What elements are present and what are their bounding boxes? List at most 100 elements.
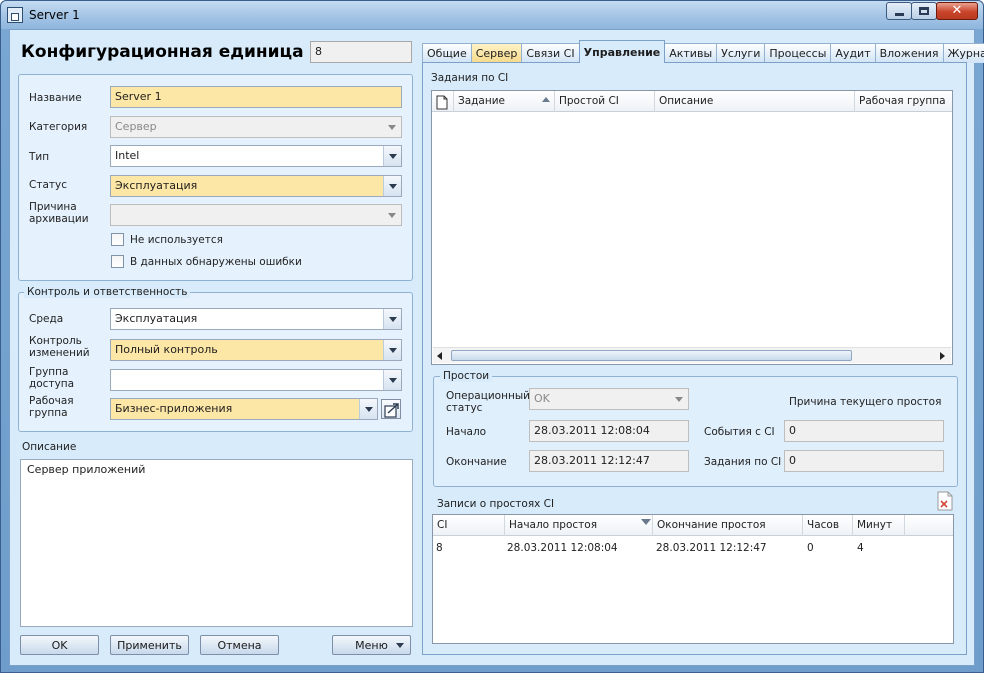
tab-server[interactable]: Сервер: [470, 43, 523, 63]
operational-status-label: Операционный статус: [446, 390, 530, 414]
ci-tasks-label: Задания по CI: [704, 456, 782, 468]
downtime-group-legend: Простои: [440, 370, 493, 382]
tasks-column-description[interactable]: Описание: [655, 91, 855, 112]
ok-button[interactable]: OK: [20, 635, 99, 655]
chevron-down-icon[interactable]: [383, 176, 401, 196]
status-value: Эксплуатация: [115, 179, 198, 192]
tasks-column-downtime[interactable]: Простой CI: [555, 91, 655, 112]
close-icon: ✕: [951, 3, 963, 18]
export-icon[interactable]: [936, 491, 954, 511]
minimize-icon: [894, 13, 904, 16]
tab-assets[interactable]: Активы: [664, 43, 718, 63]
record-end-cell: 28.03.2011 12:12:47: [656, 542, 767, 554]
record-start-cell: 28.03.2011 12:08:04: [507, 542, 618, 554]
menu-button[interactable]: Меню: [332, 635, 411, 655]
records-section-label: Записи о простоях CI: [437, 498, 555, 510]
management-tab-panel: Задания по CI Задание Простой CI Описани…: [422, 62, 967, 655]
work-group-dropdown[interactable]: Бизнес-приложения: [110, 398, 378, 420]
tasks-column-task-label: Задание: [458, 95, 506, 107]
tasks-column-task[interactable]: Задание: [454, 91, 555, 112]
scrollbar-thumb[interactable]: [451, 350, 852, 361]
tasks-grid-header: Задание Простой CI Описание Рабочая груп…: [432, 91, 952, 112]
cancel-button[interactable]: Отмена: [200, 635, 279, 655]
name-input[interactable]: Server 1: [110, 86, 402, 108]
records-column-start[interactable]: Начало простоя: [505, 515, 653, 536]
new-document-column[interactable]: [432, 91, 454, 112]
scroll-right-icon[interactable]: [940, 352, 945, 360]
maximize-button[interactable]: [911, 2, 937, 20]
tab-log[interactable]: Журнал: [942, 43, 984, 63]
work-group-value: Бизнес-приложения: [115, 402, 233, 415]
work-group-label: Рабочая группа: [29, 395, 74, 419]
records-grid-header: CI Начало простоя Окончание простоя Часо…: [433, 515, 953, 536]
minimize-button[interactable]: [886, 2, 912, 20]
ci-id-field[interactable]: 8: [310, 41, 412, 63]
downtime-group: Простои Операционный статус OK Причина т…: [433, 370, 958, 487]
change-control-value: Полный контроль: [115, 343, 218, 356]
status-dropdown[interactable]: Эксплуатация: [110, 175, 402, 197]
records-column-hours[interactable]: Часов: [803, 515, 853, 536]
description-label: Описание: [22, 441, 77, 453]
sort-descending-icon: [641, 519, 651, 525]
tab-attachments[interactable]: Вложения: [874, 43, 944, 63]
environment-dropdown[interactable]: Эксплуатация: [110, 308, 402, 330]
chevron-down-icon: [383, 117, 401, 137]
tab-processes[interactable]: Процессы: [764, 43, 832, 63]
record-ci-cell: 8: [436, 542, 443, 554]
start-label: Начало: [446, 426, 487, 438]
title-bar[interactable]: Server 1 ✕: [1, 1, 983, 29]
apply-button[interactable]: Применить: [110, 635, 189, 655]
tab-management[interactable]: Управление: [578, 40, 666, 63]
status-label: Статус: [29, 179, 67, 191]
chevron-down-icon: [670, 389, 688, 409]
type-value: Intel: [115, 149, 140, 162]
data-errors-label: В данных обнаружены ошибки: [130, 256, 302, 268]
end-label: Окончание: [446, 456, 507, 468]
table-row[interactable]: 8 28.03.2011 12:08:04 28.03.2011 12:12:4…: [433, 537, 953, 557]
archive-reason-dropdown: [110, 204, 402, 226]
tab-general[interactable]: Общие: [422, 43, 472, 63]
category-label: Категория: [29, 121, 88, 133]
tab-strip: Общие Сервер Связи CI Управление Активы …: [422, 40, 984, 63]
tab-ci-relations[interactable]: Связи CI: [521, 43, 580, 63]
tab-audit[interactable]: Аудит: [830, 43, 876, 63]
records-column-minutes[interactable]: Минут: [853, 515, 905, 536]
data-errors-checkbox[interactable]: [111, 255, 124, 268]
tab-services[interactable]: Услуги: [716, 43, 766, 63]
open-work-group-button[interactable]: [381, 399, 401, 419]
environment-label: Среда: [29, 313, 64, 325]
category-dropdown: Сервер: [110, 116, 402, 138]
tasks-column-work-group[interactable]: Рабочая группа: [855, 91, 952, 112]
record-minutes-cell: 4: [857, 542, 864, 554]
chevron-down-icon[interactable]: [383, 146, 401, 166]
open-link-icon: [384, 403, 399, 418]
ci-tasks-field: 0: [784, 450, 944, 472]
records-column-ci[interactable]: CI: [433, 515, 505, 536]
maximize-icon: [919, 7, 929, 15]
chevron-down-icon[interactable]: [383, 340, 401, 360]
type-label: Тип: [29, 151, 50, 163]
downtime-records-grid[interactable]: CI Начало простоя Окончание простоя Часо…: [432, 514, 954, 644]
scroll-left-icon[interactable]: [437, 352, 442, 360]
not-used-checkbox[interactable]: [111, 233, 124, 246]
change-control-dropdown[interactable]: Полный контроль: [110, 339, 402, 361]
type-dropdown[interactable]: Intel: [110, 145, 402, 167]
access-group-label: Группа доступа: [29, 366, 75, 390]
tasks-horizontal-scrollbar[interactable]: [433, 347, 951, 363]
records-column-end[interactable]: Окончание простоя: [653, 515, 803, 536]
chevron-down-icon[interactable]: [383, 370, 401, 390]
current-downtime-reason-label: Причина текущего простоя: [789, 396, 942, 408]
tasks-grid[interactable]: Задание Простой CI Описание Рабочая груп…: [431, 90, 953, 365]
close-button[interactable]: ✕: [936, 2, 978, 20]
chevron-down-icon[interactable]: [359, 399, 377, 419]
document-icon: [436, 95, 448, 110]
chevron-down-icon: [383, 205, 401, 225]
chevron-down-icon: [396, 643, 404, 648]
chevron-down-icon[interactable]: [383, 309, 401, 329]
access-group-dropdown[interactable]: [110, 369, 402, 391]
control-responsibility-group: Контроль и ответственность Среда Эксплуа…: [18, 286, 413, 432]
not-used-label: Не используется: [130, 234, 223, 246]
sort-ascending-icon: [542, 97, 550, 102]
control-group-legend: Контроль и ответственность: [24, 286, 191, 298]
description-textarea[interactable]: Сервер приложений: [20, 459, 413, 627]
